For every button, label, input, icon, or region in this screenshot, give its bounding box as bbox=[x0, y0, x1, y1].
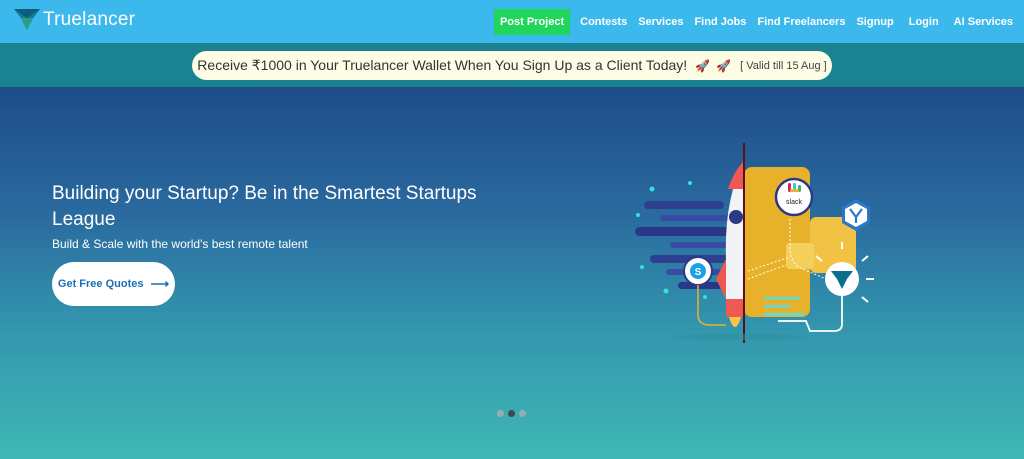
nav-find-jobs[interactable]: Find Jobs bbox=[694, 16, 746, 28]
nav-post-project[interactable]: Post Project bbox=[493, 9, 571, 35]
skype-icon: S bbox=[683, 256, 713, 286]
promo-banner[interactable]: Receive ₹1000 in Your Truelancer Wallet … bbox=[192, 51, 832, 80]
slack-icon: slack bbox=[774, 177, 814, 217]
truelancer-logo[interactable]: Truelancer bbox=[14, 9, 135, 31]
rocket-icon: 🚀 bbox=[716, 58, 732, 73]
promo-strip: Receive ₹1000 in Your Truelancer Wallet … bbox=[0, 43, 1024, 87]
carousel-dots bbox=[497, 410, 530, 417]
top-navbar: Truelancer Post Project Contests Service… bbox=[0, 0, 1024, 43]
get-free-quotes-button[interactable]: Get Free Quotes ⟶ bbox=[52, 262, 175, 306]
promo-validity: [ Valid till 15 Aug ] bbox=[740, 59, 827, 72]
carousel-dot[interactable] bbox=[519, 410, 526, 417]
hero-section: Building your Startup? Be in the Smartes… bbox=[0, 87, 1024, 459]
promo-text: Receive ₹1000 in Your Truelancer Wallet … bbox=[197, 57, 688, 73]
carousel-dot-active[interactable] bbox=[508, 410, 515, 417]
logo-text: Truelancer bbox=[43, 9, 136, 30]
hero-title: Building your Startup? Be in the Smartes… bbox=[52, 183, 477, 230]
cta-label: Get Free Quotes bbox=[57, 278, 144, 290]
nav-contests[interactable]: Contests bbox=[580, 16, 627, 28]
hero-subtitle: Build & Scale with the world's best remo… bbox=[52, 237, 308, 251]
arrow-right-icon: ⟶ bbox=[150, 276, 170, 291]
nav-signup[interactable]: Signup bbox=[856, 16, 893, 28]
nav-find-freelancers[interactable]: Find Freelancers bbox=[757, 16, 845, 28]
carousel-dot[interactable] bbox=[497, 410, 504, 417]
speed-lines-decoration bbox=[635, 181, 730, 299]
startup-illustration: slack S bbox=[635, 143, 874, 343]
nav-ai-services[interactable]: AI Services bbox=[954, 16, 1013, 28]
rocket-icon: 🚀 bbox=[695, 58, 711, 73]
nav-login[interactable]: Login bbox=[909, 16, 939, 28]
slack-label: slack bbox=[786, 199, 802, 206]
svg-text:S: S bbox=[695, 267, 702, 278]
truelancer-logo-icon bbox=[14, 9, 40, 30]
nav-services[interactable]: Services bbox=[638, 16, 683, 28]
main-nav: Post Project Contests Services Find Jobs… bbox=[493, 9, 1013, 35]
